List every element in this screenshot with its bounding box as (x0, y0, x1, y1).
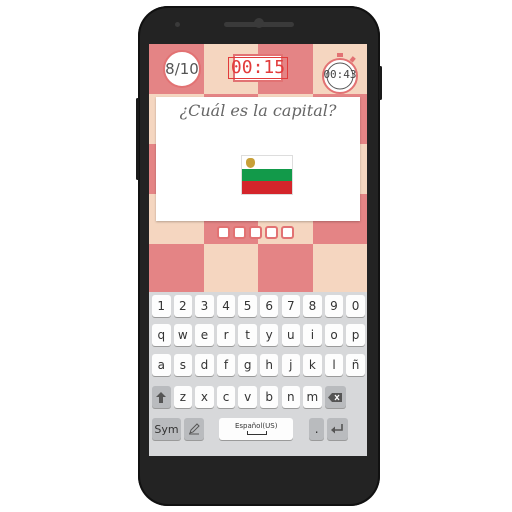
handwriting-pen-icon (189, 423, 200, 435)
keyboard-row-function: Sym Español(US) . (152, 418, 351, 440)
board-tile (203, 244, 258, 294)
keyboard-row-numbers: 1234567890 (152, 295, 367, 317)
phone-power-button (379, 66, 382, 100)
score-text: 8/10 (165, 60, 199, 78)
key-4[interactable]: 4 (216, 295, 236, 317)
period-key[interactable]: . (309, 418, 325, 440)
key-j[interactable]: j (281, 354, 301, 376)
countdown-timer: 00:15 (227, 54, 289, 82)
question-text: ¿Cuál es la capital? (179, 101, 337, 120)
elapsed-time-text: 00:43 (323, 68, 357, 81)
enter-key[interactable] (327, 418, 349, 440)
key-ñ[interactable]: ñ (346, 354, 365, 376)
key-w[interactable]: w (173, 324, 193, 346)
key-u[interactable]: u (281, 324, 301, 346)
key-p[interactable]: p (346, 324, 365, 346)
key-l[interactable]: l (324, 354, 344, 376)
sym-label: Sym (154, 422, 179, 436)
key-h[interactable]: h (259, 354, 279, 376)
front-camera (254, 18, 264, 28)
key-e[interactable]: e (195, 324, 214, 346)
notification-led (175, 22, 180, 27)
answer-slot[interactable] (281, 226, 294, 239)
app-screen: 8/10 00:15 00:43 ¿Cuál es la capital? 12… (149, 44, 367, 456)
key-9[interactable]: 9 (324, 295, 344, 317)
board-tile (149, 244, 204, 294)
on-screen-keyboard: 1234567890 qwertyuiop asdfghjklñ zxcvbnm… (149, 292, 367, 456)
board-tile (312, 244, 367, 294)
score-badge: 8/10 (163, 50, 201, 88)
sym-key[interactable]: Sym (152, 418, 181, 440)
key-n[interactable]: n (281, 386, 301, 408)
answer-slot[interactable] (249, 226, 262, 239)
board-tile (258, 244, 313, 294)
key-f[interactable]: f (216, 354, 236, 376)
phone-volume-button (136, 98, 139, 180)
stopwatch-icon: 00:43 (319, 52, 361, 94)
keyboard-row-home: asdfghjklñ (152, 354, 367, 376)
key-z[interactable]: z (173, 386, 193, 408)
question-card: ¿Cuál es la capital? (156, 97, 360, 221)
keyboard-row-top: qwertyuiop (152, 324, 367, 346)
key-s[interactable]: s (173, 354, 193, 376)
answer-slot[interactable] (217, 226, 230, 239)
key-b[interactable]: b (259, 386, 279, 408)
key-i[interactable]: i (303, 324, 322, 346)
key-y[interactable]: y (259, 324, 279, 346)
answer-slot[interactable] (265, 226, 278, 239)
answer-slots (217, 226, 294, 239)
countdown-text: 00:15 (227, 57, 289, 79)
bulgaria-flag-icon (241, 155, 293, 195)
answer-slot[interactable] (233, 226, 246, 239)
key-0[interactable]: 0 (346, 295, 365, 317)
shift-key[interactable] (152, 386, 171, 408)
key-x[interactable]: x (195, 386, 214, 408)
shift-arrow-icon (156, 391, 167, 403)
key-3[interactable]: 3 (195, 295, 214, 317)
key-k[interactable]: k (303, 354, 322, 376)
period-label: . (314, 422, 319, 436)
key-a[interactable]: a (152, 354, 171, 376)
key-q[interactable]: q (152, 324, 171, 346)
key-7[interactable]: 7 (281, 295, 301, 317)
key-m[interactable]: m (303, 386, 322, 408)
key-c[interactable]: c (216, 386, 236, 408)
key-t[interactable]: t (238, 324, 257, 346)
key-g[interactable]: g (238, 354, 257, 376)
enter-icon (331, 423, 344, 433)
key-6[interactable]: 6 (259, 295, 279, 317)
keyboard-row-bottom: zxcvbnm (152, 386, 349, 408)
space-key-label: Español(US) (234, 422, 278, 430)
key-5[interactable]: 5 (238, 295, 257, 317)
key-8[interactable]: 8 (303, 295, 322, 317)
key-v[interactable]: v (238, 386, 257, 408)
flag-emblem-icon (246, 158, 255, 168)
backspace-icon (328, 392, 343, 402)
key-1[interactable]: 1 (152, 295, 171, 317)
key-r[interactable]: r (216, 324, 236, 346)
key-o[interactable]: o (324, 324, 344, 346)
handwriting-key[interactable] (184, 418, 205, 440)
key-d[interactable]: d (195, 354, 214, 376)
backspace-key[interactable] (324, 386, 346, 408)
key-2[interactable]: 2 (173, 295, 193, 317)
space-key[interactable]: Español(US) (219, 418, 294, 440)
